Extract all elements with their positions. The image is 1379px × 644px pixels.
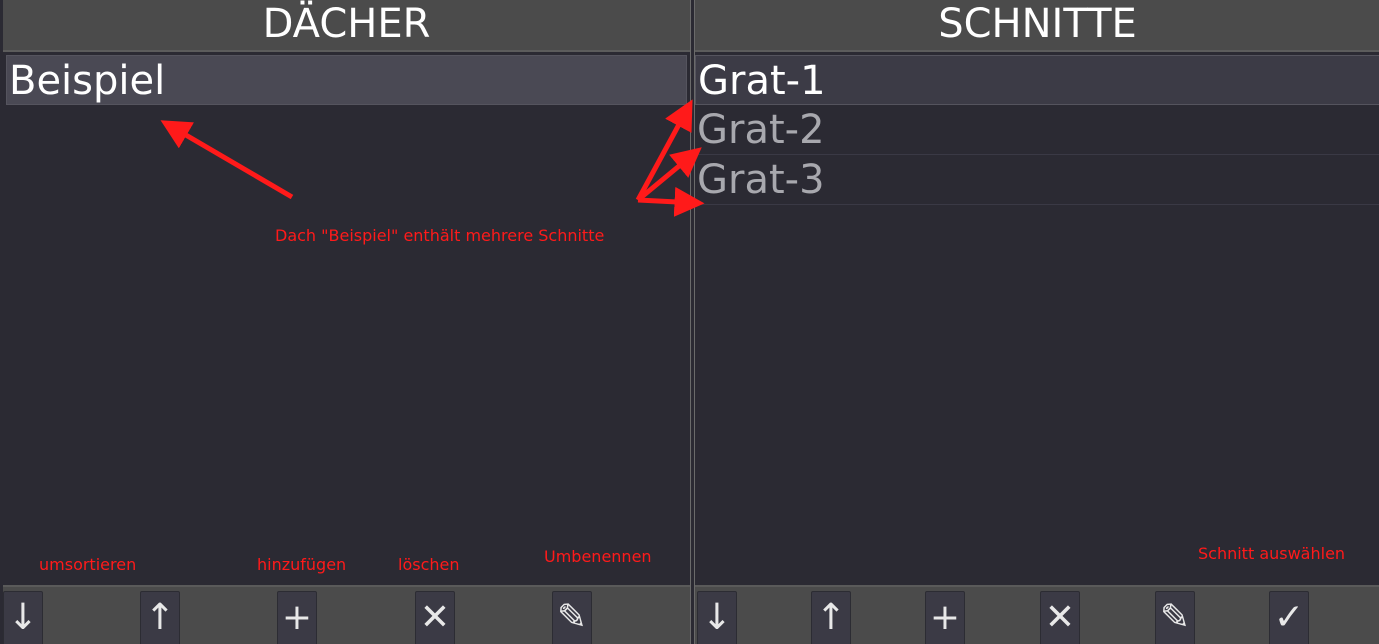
annotation-rename: Umbenennen bbox=[544, 547, 652, 566]
cuts-toolbar: ↓ ↑ + ✕ ✎ ✓ bbox=[695, 585, 1379, 644]
annotation-add: hinzufügen bbox=[257, 555, 347, 574]
roof-add-button[interactable]: + bbox=[277, 591, 317, 644]
cuts-list: Grat-1 Grat-2 Grat-3 bbox=[695, 55, 1379, 205]
roofs-panel-title: DÄCHER bbox=[3, 0, 690, 52]
annotation-select-cut: Schnitt auswählen bbox=[1198, 544, 1346, 563]
annotation-reorder: umsortieren bbox=[39, 555, 137, 574]
cut-rename-button[interactable]: ✎ bbox=[1155, 591, 1195, 644]
roofs-toolbar: ↓ ↑ + ✕ ✎ bbox=[3, 585, 690, 644]
cut-move-up-button[interactable]: ↑ bbox=[811, 591, 851, 644]
cut-item-grat-3[interactable]: Grat-3 bbox=[695, 155, 1379, 205]
roofs-list: Beispiel bbox=[3, 55, 690, 105]
cut-add-button[interactable]: + bbox=[925, 591, 965, 644]
roof-move-up-button[interactable]: ↑ bbox=[140, 591, 180, 644]
cut-item-grat-2[interactable]: Grat-2 bbox=[695, 105, 1379, 155]
cut-move-down-button[interactable]: ↓ bbox=[697, 591, 737, 644]
roof-move-down-button[interactable]: ↓ bbox=[3, 591, 43, 644]
cut-delete-button[interactable]: ✕ bbox=[1040, 591, 1080, 644]
roof-rename-button[interactable]: ✎ bbox=[552, 591, 592, 644]
roof-item-beispiel[interactable]: Beispiel bbox=[6, 55, 687, 105]
cut-select-button[interactable]: ✓ bbox=[1269, 591, 1309, 644]
roof-delete-button[interactable]: ✕ bbox=[415, 591, 455, 644]
annotation-delete: löschen bbox=[398, 555, 460, 574]
cuts-panel-title: SCHNITTE bbox=[695, 0, 1379, 52]
annotation-roof-contains-cuts: Dach "Beispiel" enthält mehrere Schnitte bbox=[275, 226, 605, 245]
cut-item-grat-1[interactable]: Grat-1 bbox=[695, 55, 1379, 105]
